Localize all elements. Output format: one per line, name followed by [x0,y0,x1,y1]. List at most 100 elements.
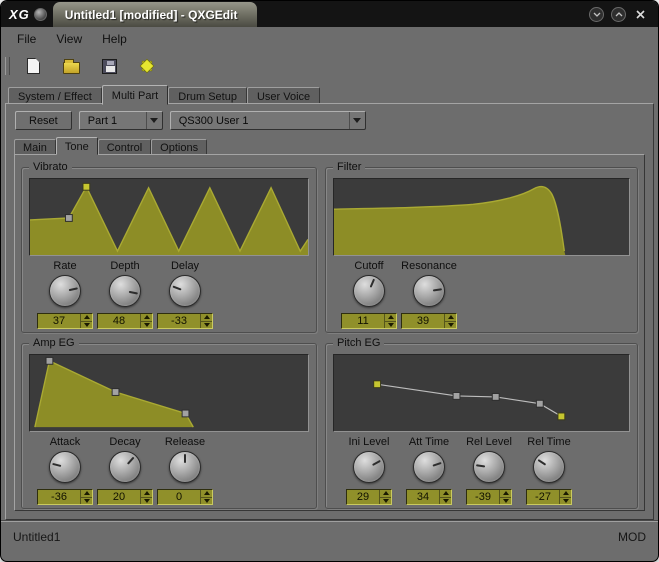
spin-down-button[interactable] [380,498,391,505]
spin-value[interactable]: -39 [467,490,499,504]
subtab-options[interactable]: Options [151,139,207,155]
filter-graph[interactable] [333,178,630,256]
ini-level-knob[interactable] [353,451,385,483]
rel-time-knob[interactable] [533,451,565,483]
envelope-handle[interactable] [46,357,53,364]
spin-down-button[interactable] [201,498,212,505]
spin-up-button[interactable] [81,490,92,498]
vibrato-graph[interactable] [29,178,309,256]
spin-value[interactable]: -36 [38,490,80,504]
close-button[interactable] [633,7,648,22]
spin-value[interactable]: 48 [98,314,140,328]
spin-down-button[interactable] [440,498,451,505]
tab-system-effect[interactable]: System / Effect [8,87,102,104]
open-file-button[interactable] [60,55,82,77]
spin-up-button[interactable] [500,490,511,498]
depth-knob[interactable] [109,275,141,307]
spin-down-button[interactable] [385,322,396,329]
voice-combobox[interactable]: QS300 User 1 [170,111,366,130]
spin-value[interactable]: 20 [98,490,140,504]
filter-curve [334,179,629,255]
param-delay: Delay -33 [155,260,215,329]
spin-value[interactable]: 29 [347,490,379,504]
spin-up-button[interactable] [560,490,571,498]
combo-arrow[interactable] [349,112,365,129]
envelope-handle[interactable] [65,215,72,222]
delay-knob[interactable] [169,275,201,307]
subtab-control[interactable]: Control [98,139,151,155]
tab-drum-setup[interactable]: Drum Setup [168,87,247,104]
depth-spinbox: 48 [97,313,153,329]
spin-value[interactable]: 11 [342,314,384,328]
spin-down-button[interactable] [201,322,212,329]
chevron-up-icon [615,12,623,17]
spin-up-button[interactable] [380,490,391,498]
unshade-button[interactable] [611,7,626,22]
pitch-eg-graph[interactable] [333,354,630,432]
envelope-handle-active[interactable] [558,413,565,420]
spin-up-button[interactable] [201,314,212,322]
part-combobox[interactable]: Part 1 [79,111,163,130]
menu-help[interactable]: Help [92,29,137,49]
spin-up-button[interactable] [141,314,152,322]
menu-view[interactable]: View [46,29,92,49]
envelope-handle[interactable] [536,400,543,407]
spin-up-button[interactable] [141,490,152,498]
decay-knob[interactable] [109,451,141,483]
envelope-handle[interactable] [112,389,119,396]
save-file-button[interactable] [98,55,120,77]
spin-up-button[interactable] [445,314,456,322]
envelope-handle-active[interactable] [374,381,381,388]
user-voice-button[interactable] [136,55,158,77]
spin-value[interactable]: 0 [158,490,200,504]
tab-multi-part[interactable]: Multi Part [102,85,168,105]
spin-up-button[interactable] [385,314,396,322]
att-time-knob[interactable] [413,451,445,483]
knob-pointer [476,464,485,467]
spin-down-button[interactable] [445,322,456,329]
attack-knob[interactable] [49,451,81,483]
spin-down-button[interactable] [500,498,511,505]
spin-down-button[interactable] [141,322,152,329]
envelope-handle[interactable] [453,393,460,400]
spin-up-button[interactable] [201,490,212,498]
resonance-knob[interactable] [413,275,445,307]
envelope-handle-active[interactable] [83,183,90,190]
tab-user-voice[interactable]: User Voice [247,87,320,104]
subtab-tone[interactable]: Tone [56,137,98,155]
spin-value[interactable]: 34 [407,490,439,504]
param-decay: Decay 20 [95,436,155,505]
spin-value[interactable]: -33 [158,314,200,328]
knob-pointer [184,454,186,463]
titlebar[interactable]: XG Untitled1 [modified] - QXGEdit [1,1,658,27]
menu-file[interactable]: File [7,29,46,49]
rate-knob[interactable] [49,275,81,307]
cutoff-knob[interactable] [353,275,385,307]
app-icon[interactable] [34,8,47,21]
spin-down-button[interactable] [560,498,571,505]
title-tab[interactable]: Untitled1 [modified] - QXGEdit [53,2,258,27]
combo-arrow[interactable] [146,112,162,129]
spin-value[interactable]: -27 [527,490,559,504]
spin-up-button[interactable] [81,314,92,322]
release-knob[interactable] [169,451,201,483]
toolbar-handle[interactable] [5,57,10,75]
spin-up-button[interactable] [440,490,451,498]
spin-down-button[interactable] [81,498,92,505]
spin-down-button[interactable] [81,322,92,329]
amp-eg-graph[interactable] [29,354,309,432]
spin-value[interactable]: 37 [38,314,80,328]
shade-button[interactable] [589,7,604,22]
spin-down-button[interactable] [141,498,152,505]
subtab-main[interactable]: Main [14,139,56,155]
filter-group: Filter Cutoff 11 [325,167,638,333]
spin-value[interactable]: 39 [402,314,444,328]
rel-level-knob[interactable] [473,451,505,483]
reset-button[interactable]: Reset [15,111,72,130]
pitch-envelope [334,355,629,431]
envelope-handle[interactable] [492,393,499,400]
spin-arrows [379,490,391,504]
arrow-up-icon [383,491,389,495]
new-file-button[interactable] [22,55,44,77]
envelope-handle[interactable] [182,410,189,417]
